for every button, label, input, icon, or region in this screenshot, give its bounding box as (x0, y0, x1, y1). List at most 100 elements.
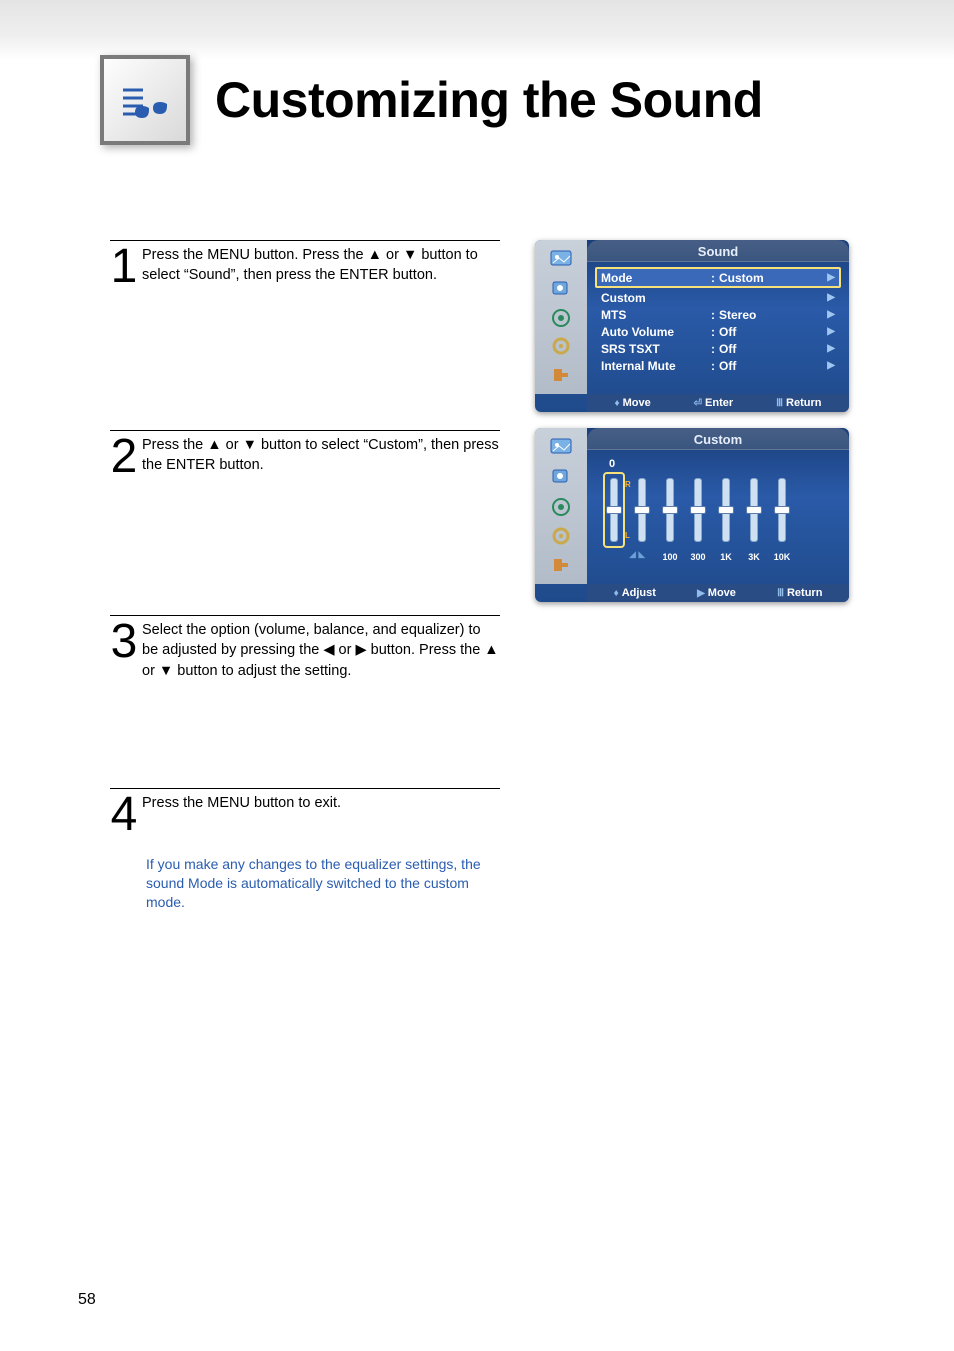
header-band (0, 0, 954, 60)
row-value: Custom (719, 271, 827, 285)
updown-icon: ♦ (614, 398, 619, 409)
equalizer-panel: 0 RL◢ ◣ 1003001K3K10K (587, 450, 849, 564)
row-value: Off (719, 359, 827, 373)
band-label: 1K (717, 552, 735, 562)
menu-row-srs-tsxt[interactable]: SRS TSXT:Off▶ (597, 340, 839, 357)
osd-menu-list: Mode:Custom▶Custom▶MTS:Stereo▶Auto Volum… (587, 262, 849, 378)
enter-icon: ⏎ (694, 398, 702, 409)
page-number: 58 (78, 1291, 96, 1309)
balance-arrows-icon: ◢ ◣ (629, 549, 645, 560)
step-number: 3 (110, 620, 138, 663)
updown-icon: ♦ (614, 588, 619, 599)
row-label: SRS TSXT (601, 342, 711, 356)
colon: : (711, 342, 719, 356)
menu-row-custom[interactable]: Custom ▶ (597, 289, 839, 306)
setup-tab-icon[interactable] (547, 334, 575, 358)
divider (110, 788, 500, 789)
step-4: 4 Press the MENU button to exit. (110, 788, 500, 836)
menu-row-mts[interactable]: MTS:Stereo▶ (597, 306, 839, 323)
band-label: 100 (661, 552, 679, 562)
chevron-right-icon: ▶ (827, 326, 835, 337)
osd-footer: ♦Adjust ▶Move ⅢReturn (587, 584, 849, 602)
step-text: Select the option (volume, balance, and … (142, 620, 500, 681)
divider (110, 430, 500, 431)
eq-slider[interactable]: ◢ ◣ (633, 474, 651, 546)
picture-tab-icon[interactable] (547, 435, 575, 459)
sound-tab-icon[interactable] (547, 464, 575, 488)
row-value: Stereo (719, 308, 827, 322)
divider (110, 240, 500, 241)
step-number: 1 (110, 245, 138, 288)
step-text: Press the MENU button. Press the ▲ or ▼ … (142, 245, 500, 286)
move-hint: ▶Move (697, 587, 736, 599)
row-label: Custom (601, 291, 711, 305)
osd-custom-menu: Custom 0 RL◢ ◣ 1003001K3K10K ♦Adjust ▶Mo… (535, 428, 849, 602)
colon: : (711, 308, 719, 322)
step-3: 3 Select the option (volume, balance, an… (110, 615, 500, 681)
input-tab-icon[interactable] (547, 553, 575, 577)
colon: : (711, 325, 719, 339)
step-number: 4 (110, 793, 138, 836)
adjust-label: Adjust (622, 587, 656, 599)
note-text: If you make any changes to the equalizer… (146, 855, 506, 912)
eq-slider[interactable] (745, 474, 763, 546)
channel-tab-icon[interactable] (547, 305, 575, 329)
enter-hint: ⏎Enter (694, 397, 734, 409)
row-label: Auto Volume (601, 325, 711, 339)
osd-title: Custom (587, 428, 849, 450)
osd-title: Sound (587, 240, 849, 262)
page-header: Customizing the Sound (100, 55, 763, 145)
chevron-right-icon: ▶ (827, 309, 835, 320)
right-icon: ▶ (697, 588, 705, 599)
osd-category-tabs (535, 428, 587, 584)
row-label: MTS (601, 308, 711, 322)
step-text: Press the MENU button to exit. (142, 793, 500, 813)
chevron-right-icon: ▶ (827, 272, 835, 283)
osd-category-tabs (535, 240, 587, 394)
move-label: Move (623, 397, 651, 409)
menu-row-mode[interactable]: Mode:Custom▶ (595, 267, 841, 288)
sound-section-icon (100, 55, 190, 145)
eq-slider[interactable] (661, 474, 679, 546)
return-label: Return (787, 587, 822, 599)
eq-slider[interactable] (689, 474, 707, 546)
current-value: 0 (609, 458, 831, 470)
return-label: Return (786, 397, 821, 409)
setup-tab-icon[interactable] (547, 524, 575, 548)
adjust-hint: ♦Adjust (614, 587, 656, 599)
input-tab-icon[interactable] (547, 363, 575, 387)
divider (110, 615, 500, 616)
step-2: 2 Press the ▲ or ▼ button to select “Cus… (110, 430, 500, 478)
eq-slider[interactable] (773, 474, 791, 546)
osd-footer: ♦ Move ⏎Enter ⅢReturn (587, 394, 849, 412)
step-text: Press the ▲ or ▼ button to select “Custo… (142, 435, 500, 476)
move-hint: ♦ Move (614, 397, 650, 409)
return-hint: ⅢReturn (776, 397, 821, 409)
row-label: Mode (601, 271, 711, 285)
osd-sound-menu: Sound Mode:Custom▶Custom▶MTS:Stereo▶Auto… (535, 240, 849, 412)
menu-row-auto-volume[interactable]: Auto Volume:Off▶ (597, 323, 839, 340)
chevron-right-icon: ▶ (827, 360, 835, 371)
picture-tab-icon[interactable] (547, 247, 575, 271)
chevron-right-icon: ▶ (827, 292, 835, 303)
band-label: 10K (773, 552, 791, 562)
chevron-right-icon: ▶ (827, 343, 835, 354)
move-label: Move (708, 587, 736, 599)
row-value: Off (719, 325, 827, 339)
band-label: 300 (689, 552, 707, 562)
return-icon: Ⅲ (776, 398, 783, 409)
eq-slider[interactable] (717, 474, 735, 546)
sound-tab-icon[interactable] (547, 276, 575, 300)
row-label: Internal Mute (601, 359, 711, 373)
enter-label: Enter (705, 397, 733, 409)
r-label: R (625, 480, 631, 489)
channel-tab-icon[interactable] (547, 494, 575, 518)
equalizer-band-labels: 1003001K3K10K (661, 552, 831, 562)
row-value: Off (719, 342, 827, 356)
l-label: L (625, 531, 630, 540)
return-hint: ⅢReturn (777, 587, 822, 599)
colon: : (711, 271, 719, 285)
menu-row-internal-mute[interactable]: Internal Mute:Off▶ (597, 357, 839, 374)
colon: : (711, 359, 719, 373)
eq-slider[interactable]: RL (605, 474, 623, 546)
